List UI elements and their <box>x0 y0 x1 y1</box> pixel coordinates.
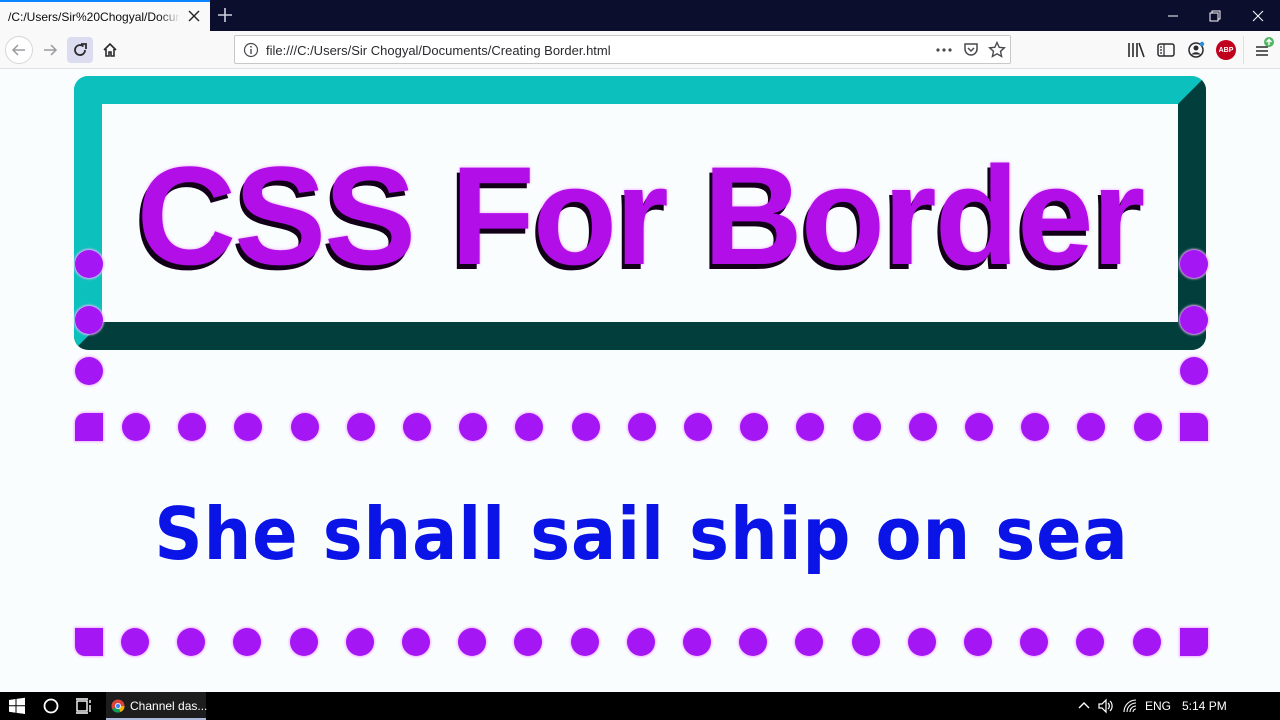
dotted-border-corner <box>75 628 103 656</box>
active-tab[interactable]: /C:/Users/Sir%20Chogyal/Documents/Creati… <box>0 0 210 31</box>
dotted-border-box: She shall sail ship on sea <box>75 250 1208 656</box>
dotted-border-dot <box>1077 413 1106 441</box>
navigation-toolbar: file:///C:/Users/Sir Chogyal/Documents/C… <box>0 31 1280 69</box>
dotted-border-dot <box>1180 357 1208 385</box>
dotted-border-dot <box>740 413 769 441</box>
forward-button[interactable] <box>37 37 63 63</box>
pocket-icon[interactable] <box>962 41 980 59</box>
tab-title: /C:/Users/Sir%20Chogyal/Documents/Creati… <box>8 10 180 24</box>
dotted-border-dot <box>1133 413 1162 441</box>
dotted-border-dot <box>121 628 149 656</box>
language-indicator[interactable]: ENG <box>1145 699 1171 713</box>
tab-bar: /C:/Users/Sir%20Chogyal/Documents/Creati… <box>0 0 1280 31</box>
dotted-border-dot <box>515 413 544 441</box>
dotted-border-dot <box>290 413 319 441</box>
dotted-border-dot <box>684 413 712 441</box>
home-icon <box>103 42 117 57</box>
close-tab-icon[interactable] <box>186 8 202 24</box>
dotted-border-dot <box>795 628 824 656</box>
dotted-border-dot <box>177 628 206 656</box>
dotted-border-dot <box>796 413 825 441</box>
dotted-border-dot <box>1020 628 1049 656</box>
dotted-border-dot <box>178 413 207 441</box>
dotted-border-dot <box>402 628 430 656</box>
sentence-text: She shall sail ship on sea <box>154 492 1129 576</box>
dotted-border-dot <box>852 413 881 441</box>
dotted-border-dot <box>75 306 103 334</box>
forward-arrow-icon <box>44 44 58 56</box>
outset-border-box: CSS For Border <box>74 76 1206 350</box>
library-icon[interactable] <box>1126 40 1146 60</box>
dotted-border-dot <box>908 413 937 441</box>
dotted-border-dot <box>964 628 992 656</box>
adblock-label: ABP <box>1218 46 1234 54</box>
taskbar-app-chrome[interactable]: Channel das... <box>106 692 208 720</box>
close-window-icon[interactable] <box>1248 6 1268 26</box>
page-content: CSS For Border She shall sail ship on se… <box>0 70 1280 692</box>
restore-icon[interactable] <box>1205 6 1225 26</box>
dotted-border-dot <box>1021 413 1050 441</box>
task-view-icon[interactable] <box>75 697 93 715</box>
dotted-border-dot <box>233 628 262 656</box>
url-bar[interactable]: file:///C:/Users/Sir Chogyal/Documents/C… <box>234 35 1011 64</box>
chevron-up-icon[interactable] <box>1075 697 1093 715</box>
dotted-border-dot <box>851 628 880 656</box>
chrome-icon <box>111 699 125 713</box>
dotted-border-dot <box>289 628 318 656</box>
dotted-border-dot <box>403 413 431 441</box>
dotted-border-dot <box>1132 628 1161 656</box>
reload-icon <box>74 43 87 56</box>
dotted-border-dot <box>1180 250 1208 278</box>
back-button[interactable] <box>5 36 33 64</box>
cortana-search-icon[interactable] <box>42 697 60 715</box>
reload-button[interactable] <box>67 37 93 63</box>
star-icon[interactable] <box>988 41 1006 59</box>
back-arrow-icon <box>11 44 25 56</box>
taskbar-app-label: Channel das... <box>130 699 208 713</box>
dotted-border-corner <box>1180 628 1208 656</box>
adblock-plus-icon[interactable]: ABP <box>1216 40 1236 60</box>
windows-start-icon[interactable] <box>8 697 26 715</box>
dotted-border-dot <box>683 628 711 656</box>
dotted-border-dot <box>75 250 103 278</box>
dotted-border-corner <box>75 413 103 441</box>
dotted-border-dot <box>459 413 488 441</box>
wifi-icon[interactable] <box>1121 697 1139 715</box>
info-icon[interactable] <box>243 42 259 58</box>
dotted-border-dot <box>345 628 374 656</box>
dotted-border-dot <box>571 413 600 441</box>
dotted-border-dot <box>907 628 936 656</box>
dotted-border-dot <box>234 413 263 441</box>
new-tab-icon[interactable] <box>216 6 234 24</box>
sidebar-icon[interactable] <box>1156 40 1176 60</box>
dotted-border-dot <box>739 628 768 656</box>
url-text[interactable]: file:///C:/Users/Sir Chogyal/Documents/C… <box>266 43 611 58</box>
windows-taskbar: Channel das... ENG 5:14 PM <box>0 692 1280 720</box>
dotted-border-dot <box>1076 628 1105 656</box>
dotted-border-dot <box>965 413 993 441</box>
dotted-border-dot <box>122 413 150 441</box>
volume-icon[interactable] <box>1097 697 1115 715</box>
toolbar-separator <box>1243 36 1244 64</box>
home-button[interactable] <box>97 37 123 63</box>
dotted-border-dot <box>346 413 375 441</box>
clock[interactable]: 5:14 PM <box>1182 699 1227 713</box>
dotted-border-dot <box>570 628 599 656</box>
dotted-border-dot <box>458 628 487 656</box>
dotted-border-dot <box>626 628 655 656</box>
account-icon[interactable] <box>1186 40 1206 60</box>
dotted-border-dot <box>1180 306 1208 334</box>
dotted-border-dot <box>514 628 543 656</box>
dotted-border-dot <box>75 357 103 385</box>
page-heading: CSS For Border <box>136 137 1146 294</box>
more-dots-icon[interactable] <box>935 41 953 59</box>
dotted-border-corner <box>1180 413 1208 441</box>
hamburger-menu-icon[interactable] <box>1252 36 1276 60</box>
minimize-icon[interactable] <box>1163 6 1183 26</box>
dotted-border-dot <box>627 413 656 441</box>
